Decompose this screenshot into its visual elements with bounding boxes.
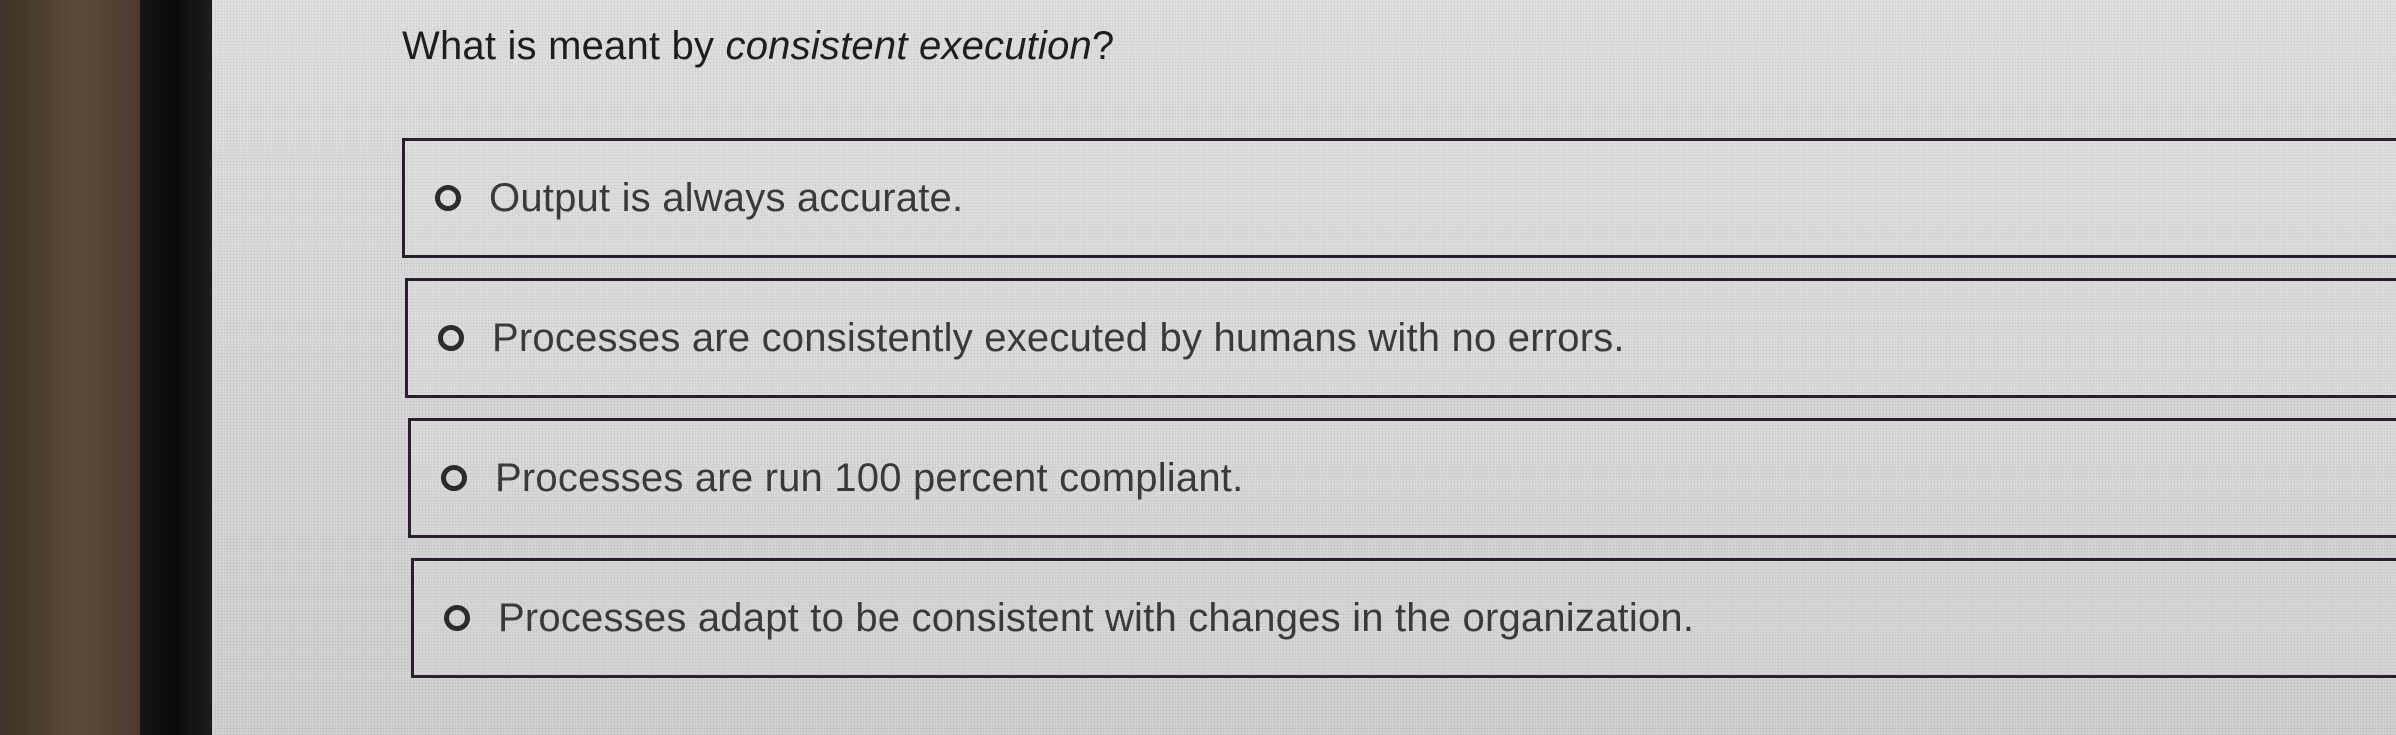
radio-button-icon[interactable] [435,185,461,211]
answer-option-label: Processes are consistently executed by h… [492,315,1625,360]
question-suffix: ? [1091,24,1115,68]
question-prefix: What is meant by [402,24,726,68]
answer-option-3[interactable]: Processes are run 100 percent compliant. [408,418,2396,538]
question-text: What is meant by consistent execution? [402,24,1114,69]
answer-option-label: Output is always accurate. [489,175,964,220]
answer-options: Output is always accurate. Processes are… [402,138,2396,698]
answer-option-1[interactable]: Output is always accurate. [402,138,2396,258]
radio-button-icon[interactable] [441,465,467,491]
radio-button-icon[interactable] [438,325,464,351]
quiz-screen: What is meant by consistent execution? O… [212,0,2396,735]
desk-background [0,0,140,735]
photo-frame: What is meant by consistent execution? O… [0,0,2396,735]
answer-option-label: Processes are run 100 percent compliant. [495,455,1244,500]
monitor-bezel [140,0,212,735]
radio-button-icon[interactable] [444,605,470,631]
question-emphasis: consistent execution [725,24,1092,68]
answer-option-label: Processes adapt to be consistent with ch… [498,595,1695,640]
answer-option-2[interactable]: Processes are consistently executed by h… [405,278,2396,398]
answer-option-4[interactable]: Processes adapt to be consistent with ch… [411,558,2396,678]
